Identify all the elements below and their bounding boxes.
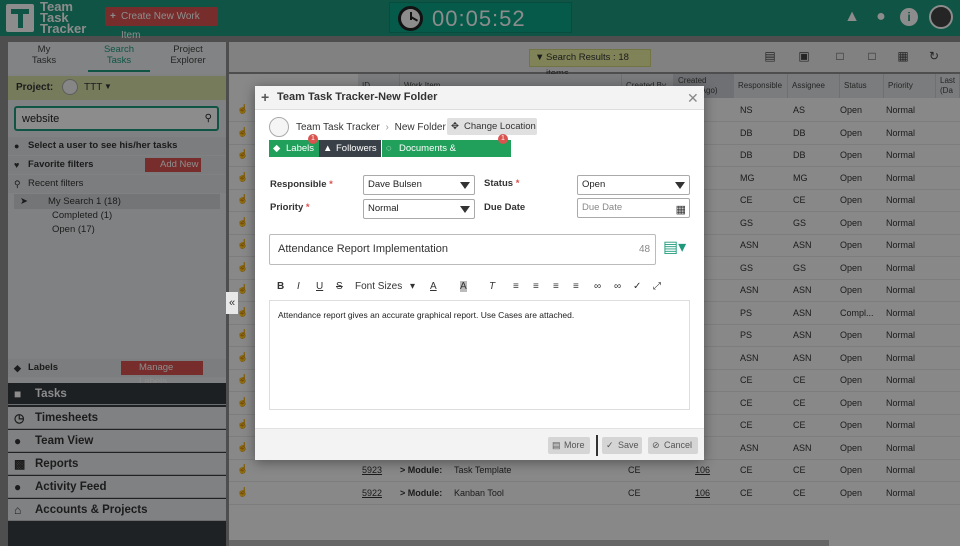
- chevron-down-icon[interactable]: ▾: [410, 281, 415, 292]
- status-label: Status *: [484, 178, 520, 189]
- dialog-title: Team Task Tracker-New Folder: [277, 91, 438, 103]
- collapse-panel-button[interactable]: «: [226, 292, 238, 314]
- labels-tag-button[interactable]: ◆ Labels 1: [269, 134, 319, 157]
- clear-format-icon[interactable]: T: [489, 281, 495, 292]
- cancel-button[interactable]: ⊘ Cancel: [648, 437, 698, 454]
- due-date-input[interactable]: Due Date ▦: [577, 198, 690, 218]
- divider: [596, 435, 598, 456]
- underline-icon[interactable]: U: [316, 281, 323, 292]
- more-button[interactable]: ▤ More: [548, 437, 590, 454]
- move-icon: ✥: [451, 121, 459, 132]
- fullscreen-icon[interactable]: ⤢: [653, 281, 661, 292]
- chevron-down-icon: [460, 206, 470, 213]
- breadcrumb-item: New Folder: [394, 122, 446, 133]
- plus-icon: +: [261, 89, 270, 105]
- documents-button[interactable]: ◌ Documents & Screenshots 1: [382, 134, 511, 171]
- responsible-label: Responsible *: [270, 179, 333, 190]
- priority-label: Priority *: [270, 202, 310, 213]
- outdent-icon[interactable]: ≡: [553, 281, 559, 292]
- chevron-down-icon: [675, 182, 685, 189]
- font-color-icon[interactable]: A: [430, 281, 437, 292]
- tag-icon: ◆: [273, 143, 281, 154]
- breadcrumb-item[interactable]: Team Task Tracker: [296, 122, 380, 133]
- editor-toolbar: B I U S Font Sizes ▾ A A T ≡ ≡ ≡ ≡ ∞ ∞ ✓…: [269, 279, 689, 299]
- strikethrough-icon[interactable]: S: [336, 281, 343, 292]
- title-char-count: 48: [639, 244, 651, 255]
- work-item-title-input[interactable]: Attendance Report Implementation: [269, 234, 656, 265]
- font-sizes-select[interactable]: Font Sizes: [355, 281, 402, 292]
- numbered-list-icon[interactable]: ≡: [533, 281, 539, 292]
- spellcheck-icon[interactable]: ✓: [633, 281, 641, 292]
- status-select[interactable]: Open: [577, 175, 690, 195]
- template-icon[interactable]: ▤▾: [663, 237, 689, 261]
- unlink-icon[interactable]: ∞: [614, 281, 621, 292]
- new-folder-dialog: + Team Task Tracker-New Folder ✕ Team Ta…: [255, 86, 704, 460]
- due-date-label: Due Date: [484, 202, 526, 213]
- check-icon: ✓: [606, 440, 614, 450]
- highlight-color-icon[interactable]: A: [460, 281, 467, 292]
- documents-count-badge: 1: [498, 134, 508, 144]
- save-button[interactable]: ✓ Save: [602, 437, 642, 454]
- close-icon[interactable]: ✕: [687, 90, 699, 107]
- followers-button[interactable]: ▲ Followers: [319, 140, 381, 157]
- change-location-button[interactable]: ✥ Change Location: [447, 118, 537, 135]
- cancel-icon: ⊘: [652, 440, 660, 450]
- project-logo-icon: [269, 117, 289, 137]
- chevron-right-icon: ›: [385, 122, 389, 133]
- bold-icon[interactable]: B: [277, 281, 284, 292]
- labels-count-badge: 1: [308, 134, 318, 144]
- calendar-icon: ▦: [675, 204, 686, 216]
- responsible-select[interactable]: Dave Bulsen: [363, 175, 475, 195]
- bullet-list-icon[interactable]: ≡: [513, 281, 519, 292]
- link-icon[interactable]: ∞: [594, 281, 601, 292]
- breadcrumb: Team Task Tracker › New Folder: [296, 118, 446, 138]
- priority-select[interactable]: Normal: [363, 199, 475, 219]
- more-icon: ▤: [552, 440, 561, 450]
- thumbs-up-icon: ▲: [323, 143, 333, 154]
- paperclip-icon: ◌: [386, 143, 392, 154]
- description-editor[interactable]: Attendance report gives an accurate grap…: [269, 300, 690, 410]
- chevron-down-icon: [460, 182, 470, 189]
- indent-icon[interactable]: ≡: [573, 281, 579, 292]
- italic-icon[interactable]: I: [297, 281, 300, 292]
